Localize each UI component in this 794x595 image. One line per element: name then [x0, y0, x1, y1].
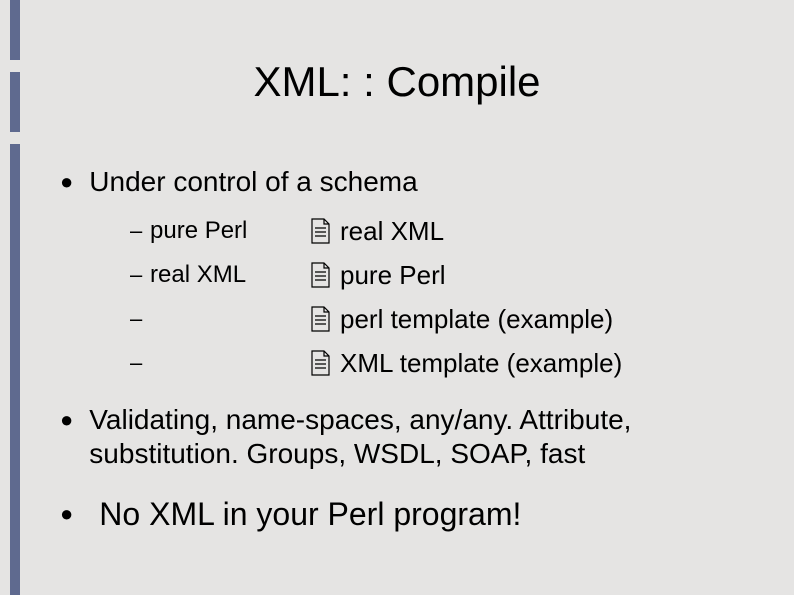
- bullet-under-control: ● Under control of a schema: [60, 165, 754, 199]
- sub-right: pure Perl: [340, 260, 446, 291]
- sub-right: XML template (example): [340, 348, 622, 379]
- sub-row: – XML template (example): [130, 341, 754, 385]
- bullet-validating: ● Validating, name-spaces, any/any. Attr…: [60, 403, 754, 471]
- sub-row: – real XML pure Perl: [130, 253, 754, 297]
- bullet-text: No XML in your Perl program!: [99, 497, 521, 531]
- bullet-dot: ●: [60, 165, 73, 199]
- dash-icon: –: [130, 262, 150, 288]
- dash-icon: –: [130, 306, 150, 332]
- sub-right: real XML: [340, 216, 444, 247]
- document-icon: [300, 350, 340, 376]
- dash-icon: –: [130, 218, 150, 244]
- document-icon: [300, 218, 340, 244]
- document-icon: [300, 306, 340, 332]
- sub-row: – pure Perl real XML: [130, 209, 754, 253]
- bullet-text: Under control of a schema: [89, 165, 417, 199]
- sub-right: perl template (example): [340, 304, 613, 335]
- slide-content: ● Under control of a schema – pure Perl …: [60, 165, 754, 541]
- bullet-dot: ●: [60, 497, 73, 531]
- bullet-no-xml: ● No XML in your Perl program!: [60, 497, 754, 531]
- sub-row: – perl template (example): [130, 297, 754, 341]
- slide-title: XML: : Compile: [0, 58, 794, 106]
- sub-left: pure Perl: [150, 217, 300, 245]
- sub-left: real XML: [150, 261, 300, 289]
- bullet-text: Validating, name-spaces, any/any. Attrib…: [89, 403, 754, 471]
- document-icon: [300, 262, 340, 288]
- sub-list: – pure Perl real XML – real XML pure Per…: [130, 209, 754, 385]
- dash-icon: –: [130, 350, 150, 376]
- bullet-dot: ●: [60, 403, 73, 437]
